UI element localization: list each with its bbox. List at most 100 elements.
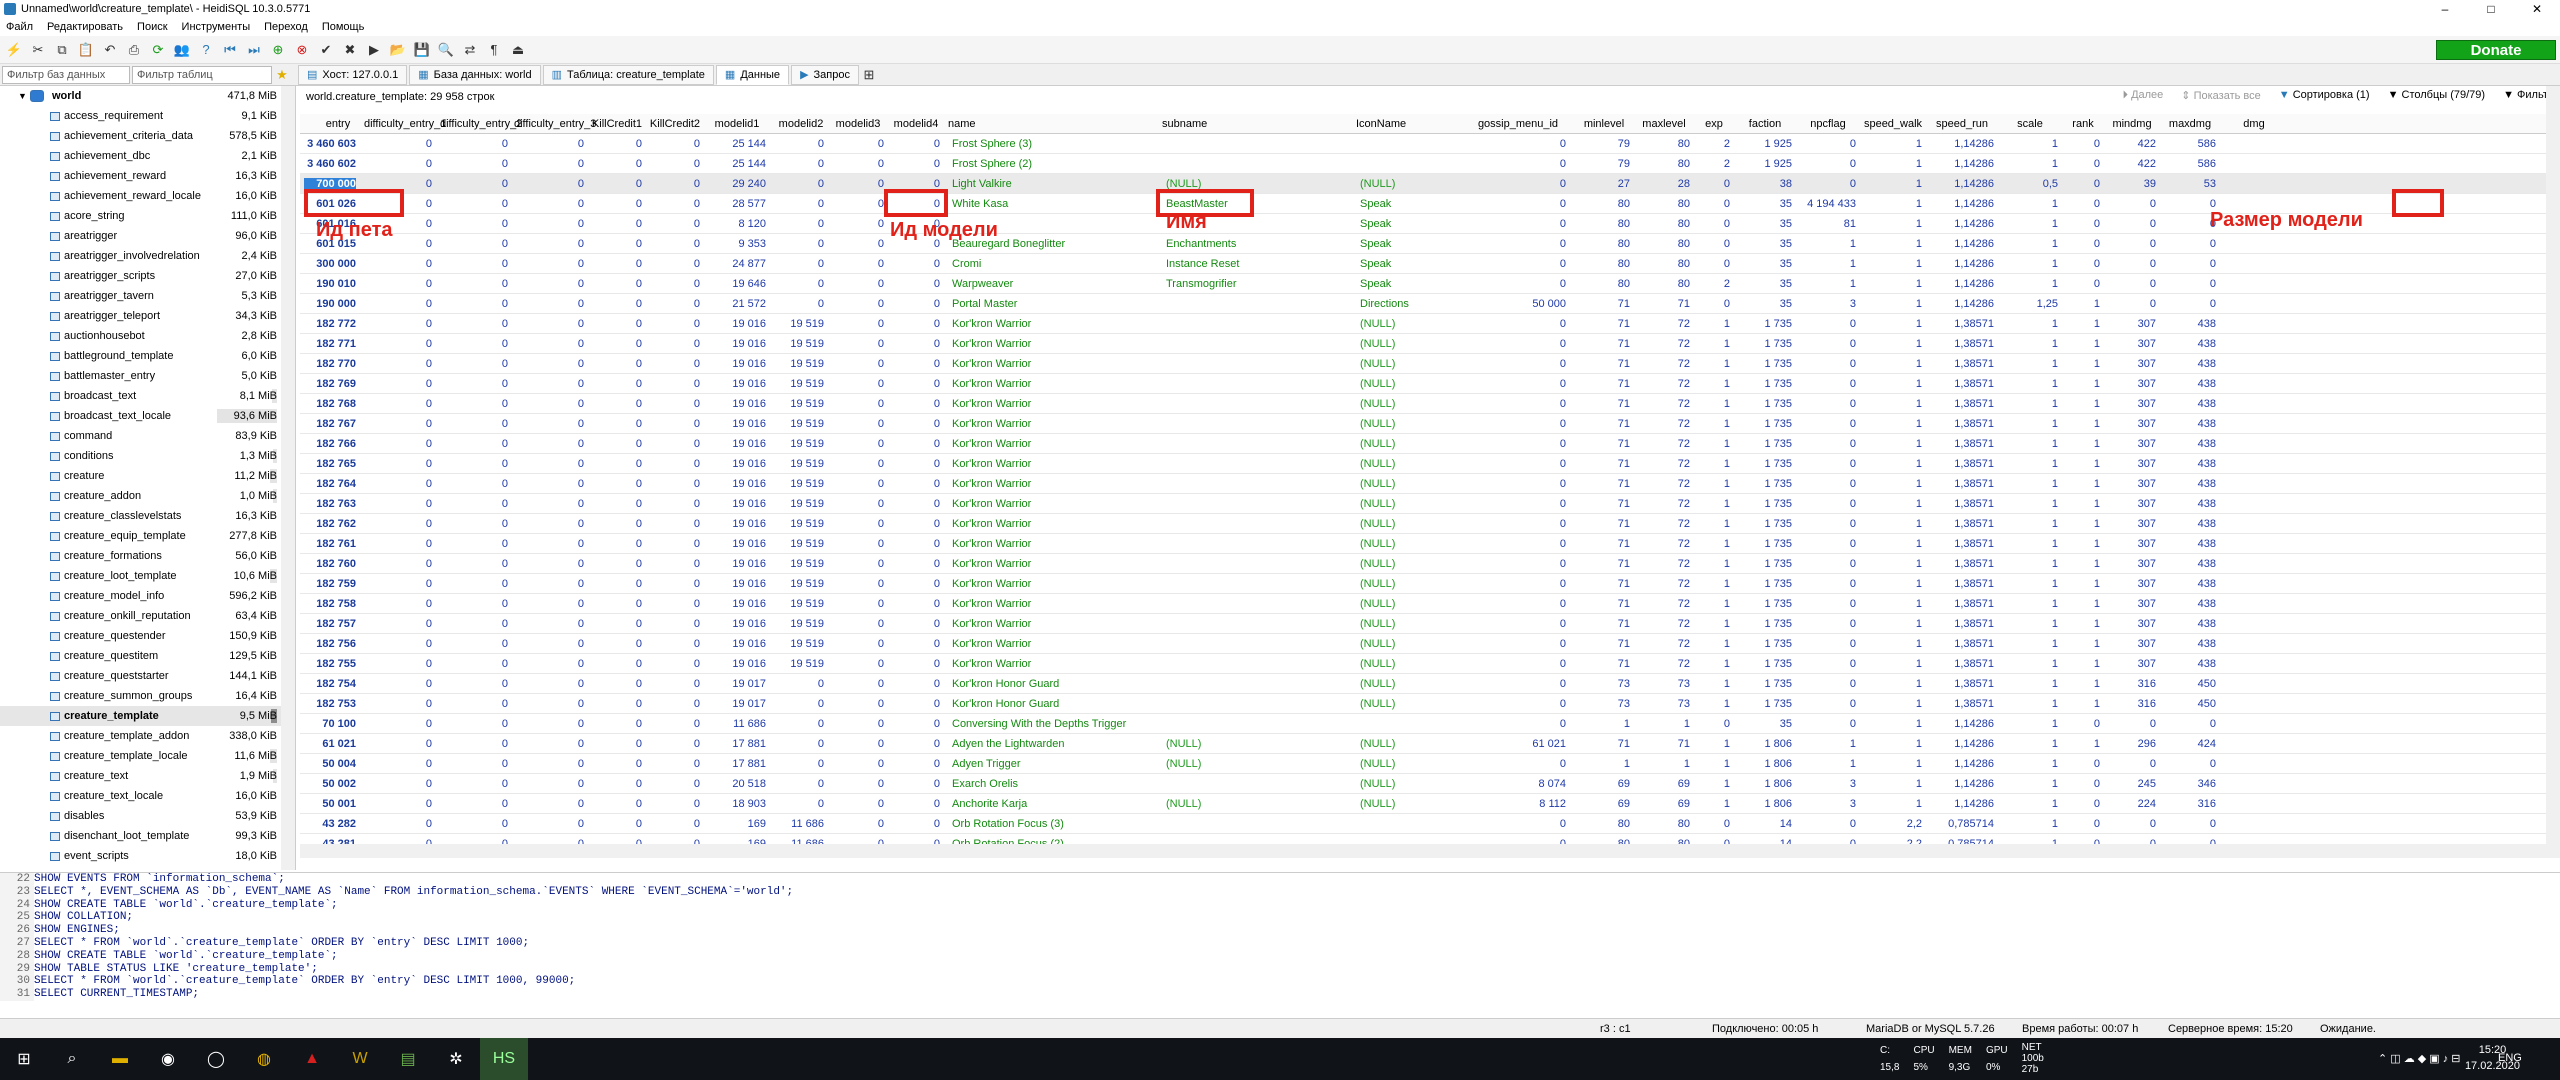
grid-cell-modelid2[interactable]: 0 — [778, 778, 824, 790]
grid-cell-modelid1[interactable]: 19 017 — [708, 698, 766, 710]
grid-cell-modelid3[interactable]: 0 — [832, 158, 884, 170]
tree-table-creature-equip-template[interactable]: creature_equip_template 277,8 KiB — [0, 526, 295, 546]
grid-cell-maxdmg[interactable]: 438 — [2164, 418, 2216, 430]
grid-cell-iconname[interactable]: (NULL) — [1360, 738, 1462, 750]
grid-cell-speed-run[interactable]: 1,14286 — [1930, 298, 1994, 310]
grid-cell-exp[interactable]: 0 — [1698, 818, 1730, 830]
tree-table-creature-text[interactable]: creature_text 1,9 MiB — [0, 766, 295, 786]
table-row[interactable]: 700 000 0 0 0 0 0 29 240 0 0 0 Light Valkire (NULL)… — [300, 174, 2546, 194]
table-row[interactable]: 182 762 0 0 0 0 0 19 016 19 519 0 0 Kor'kron Warri… — [300, 514, 2546, 534]
grid-cell-npcflag[interactable]: 0 — [1800, 418, 1856, 430]
grid-cell-mindmg[interactable]: 316 — [2108, 678, 2156, 690]
grid-cell-rank[interactable]: 1 — [2066, 558, 2100, 570]
grid-cell-name[interactable]: Portal Master — [952, 298, 1154, 310]
tree-table-achievement-dbc[interactable]: achievement_dbc 2,1 KiB — [0, 146, 295, 166]
grid-cell-difficulty-entry-1[interactable]: 0 — [368, 578, 432, 590]
table-row[interactable]: 182 759 0 0 0 0 0 19 016 19 519 0 0 Kor'kron Warri… — [300, 574, 2546, 594]
grid-cell-difficulty-entry-1[interactable]: 0 — [368, 498, 432, 510]
grid-cell-maxlevel[interactable]: 72 — [1638, 358, 1690, 370]
grid-cell-minlevel[interactable]: 71 — [1578, 418, 1630, 430]
grid-cell-subname[interactable]: (NULL) — [1166, 738, 1348, 750]
grid-cell-scale[interactable]: 1 — [2002, 778, 2058, 790]
grid-cell-minlevel[interactable]: 80 — [1578, 818, 1630, 830]
grid-cell-rank[interactable]: 0 — [2066, 238, 2100, 250]
grid-cell-mindmg[interactable]: 316 — [2108, 698, 2156, 710]
column-header-minlevel[interactable]: minlevel — [1574, 118, 1634, 130]
table-row[interactable]: 182 757 0 0 0 0 0 19 016 19 519 0 0 Kor'kron Warri… — [300, 614, 2546, 634]
grid-cell-killcredit1[interactable]: 0 — [592, 318, 642, 330]
tree-table-areatrigger-tavern[interactable]: areatrigger_tavern 5,3 KiB — [0, 286, 295, 306]
grid-cell-difficulty-entry-3[interactable]: 0 — [518, 158, 584, 170]
grid-cell-mindmg[interactable]: 422 — [2108, 158, 2156, 170]
grid-cell-npcflag[interactable]: 0 — [1800, 158, 1856, 170]
grid-cell-difficulty-entry-3[interactable]: 0 — [518, 278, 584, 290]
grid-cell-maxlevel[interactable]: 72 — [1638, 458, 1690, 470]
grid-cell-iconname[interactable]: Speak — [1360, 258, 1462, 270]
grid-cell-exp[interactable]: 2 — [1698, 158, 1730, 170]
table-row[interactable]: 182 764 0 0 0 0 0 19 016 19 519 0 0 Kor'kron Warri… — [300, 474, 2546, 494]
grid-cell-exp[interactable]: 1 — [1698, 678, 1730, 690]
grid-cell-faction[interactable]: 1 735 — [1738, 418, 1792, 430]
grid-cell-exp[interactable]: 1 — [1698, 758, 1730, 770]
grid-cell-maxlevel[interactable]: 80 — [1638, 238, 1690, 250]
grid-cell-modelid2[interactable]: 19 519 — [778, 538, 824, 550]
grid-cell-gossip-menu-id[interactable]: 0 — [1470, 758, 1566, 770]
grid-cell-speed-run[interactable]: 1,38571 — [1930, 538, 1994, 550]
grid-cell-modelid1[interactable]: 19 016 — [708, 578, 766, 590]
grid-cell-speed-run[interactable]: 1,14286 — [1930, 258, 1994, 270]
grid-cell-entry[interactable]: 182 753 — [304, 698, 356, 710]
grid-cell-speed-run[interactable]: 1,38571 — [1930, 458, 1994, 470]
grid-cell-modelid2[interactable]: 19 519 — [778, 338, 824, 350]
grid-cell-npcflag[interactable]: 0 — [1800, 618, 1856, 630]
grid-cell-scale[interactable]: 1 — [2002, 578, 2058, 590]
grid-cell-speed-walk[interactable]: 1 — [1864, 138, 1922, 150]
grid-cell-maxdmg[interactable]: 438 — [2164, 478, 2216, 490]
format-icon[interactable]: ¶ — [484, 40, 504, 60]
grid-cell-killcredit2[interactable]: 0 — [650, 738, 700, 750]
grid-cell-gossip-menu-id[interactable]: 0 — [1470, 658, 1566, 670]
grid-cell-modelid3[interactable]: 0 — [832, 418, 884, 430]
grid-cell-gossip-menu-id[interactable]: 0 — [1470, 218, 1566, 230]
grid-cell-killcredit1[interactable]: 0 — [592, 438, 642, 450]
grid-cell-mindmg[interactable]: 307 — [2108, 358, 2156, 370]
replace-icon[interactable]: ⇄ — [460, 40, 480, 60]
grid-cell-subname[interactable]: Transmogrifier — [1166, 278, 1348, 290]
grid-cell-minlevel[interactable]: 71 — [1578, 338, 1630, 350]
grid-cell-modelid2[interactable]: 19 519 — [778, 578, 824, 590]
grid-cell-exp[interactable]: 2 — [1698, 278, 1730, 290]
grid-cell-entry[interactable]: 182 764 — [304, 478, 356, 490]
grid-cell-speed-run[interactable]: 1,14286 — [1930, 158, 1994, 170]
grid-cell-modelid4[interactable]: 0 — [892, 678, 940, 690]
grid-cell-killcredit1[interactable]: 0 — [592, 258, 642, 270]
grid-cell-modelid3[interactable]: 0 — [832, 178, 884, 190]
grid-cell-speed-walk[interactable]: 1 — [1864, 558, 1922, 570]
grid-cell-speed-run[interactable]: 1,38571 — [1930, 398, 1994, 410]
grid-cell-maxlevel[interactable]: 72 — [1638, 538, 1690, 550]
grid-cell-difficulty-entry-3[interactable]: 0 — [518, 738, 584, 750]
grid-cell-iconname[interactable]: (NULL) — [1360, 798, 1462, 810]
tree-table-battleground-template[interactable]: battleground_template 6,0 KiB — [0, 346, 295, 366]
column-header-entry[interactable]: entry — [308, 118, 368, 130]
grid-cell-npcflag[interactable]: 0 — [1800, 318, 1856, 330]
grid-cell-iconname[interactable]: (NULL) — [1360, 378, 1462, 390]
grid-cell-mindmg[interactable]: 307 — [2108, 598, 2156, 610]
grid-cell-difficulty-entry-1[interactable]: 0 — [368, 818, 432, 830]
grid-cell-killcredit2[interactable]: 0 — [650, 318, 700, 330]
column-header-difficulty-entry-3[interactable]: difficulty_entry_3 — [514, 118, 596, 130]
grid-cell-modelid4[interactable]: 0 — [892, 638, 940, 650]
grid-cell-maxlevel[interactable]: 72 — [1638, 318, 1690, 330]
grid-cell-scale[interactable]: 1 — [2002, 538, 2058, 550]
grid-cell-entry[interactable]: 3 460 603 — [304, 138, 356, 150]
grid-cell-exp[interactable]: 1 — [1698, 738, 1730, 750]
grid-cell-killcredit2[interactable]: 0 — [650, 538, 700, 550]
grid-cell-difficulty-entry-3[interactable]: 0 — [518, 718, 584, 730]
tree-table-achievement-criteria-data[interactable]: achievement_criteria_data 578,5 KiB — [0, 126, 295, 146]
grid-cell-entry[interactable]: 182 772 — [304, 318, 356, 330]
grid-cell-npcflag[interactable]: 1 — [1800, 738, 1856, 750]
grid-cell-mindmg[interactable]: 39 — [2108, 178, 2156, 190]
grid-cell-maxlevel[interactable]: 72 — [1638, 438, 1690, 450]
grid-cell-npcflag[interactable]: 0 — [1800, 438, 1856, 450]
wow-icon[interactable]: W — [336, 1038, 384, 1080]
column-header-exp[interactable]: exp — [1694, 118, 1734, 130]
table-row[interactable]: 300 000 0 0 0 0 0 24 877 0 0 0 Cromi Instance Reset… — [300, 254, 2546, 274]
